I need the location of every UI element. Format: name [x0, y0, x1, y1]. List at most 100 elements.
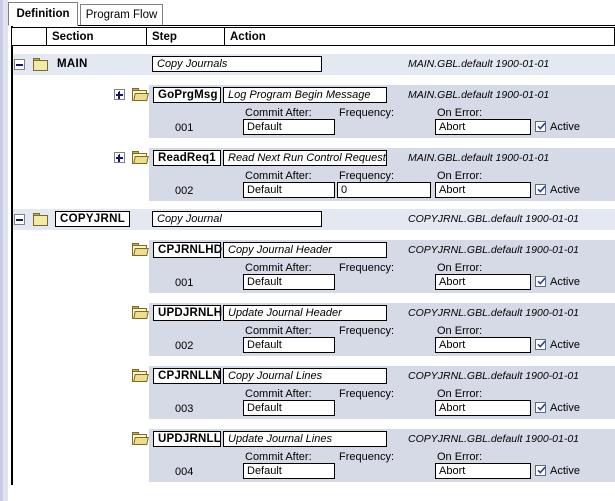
- active-checkbox[interactable]: [535, 402, 546, 413]
- active-checkbox[interactable]: [535, 339, 546, 350]
- step-description-field[interactable]: Log Program Begin Message: [223, 87, 387, 103]
- collapse-icon[interactable]: [14, 59, 25, 70]
- folder-open-icon: [132, 243, 149, 256]
- on-error-field[interactable]: Abort: [435, 400, 531, 416]
- step-row[interactable]: ReadReq1 Read Next Run Control Request MAI…: [149, 148, 615, 201]
- active-checkbox[interactable]: [535, 276, 546, 287]
- step-row[interactable]: CPJRNLLN Copy Journal Lines COPYJRNL.GBL.d…: [149, 366, 615, 419]
- commit-after-field[interactable]: Default: [243, 274, 335, 290]
- program-definition-window: Definition Program Flow Section Step Action…: [0, 0, 615, 501]
- column-header-action-column[interactable]: Action: [225, 27, 615, 46]
- step-row[interactable]: GoPrgMsg Log Program Begin Message MAIN.GB…: [149, 85, 615, 138]
- left-gutter: [0, 0, 8, 501]
- section-meta-label: MAIN.GBL.default 1900-01-01: [408, 58, 550, 70]
- step-description-field[interactable]: Update Journal Header: [223, 305, 387, 321]
- active-label: Active: [550, 276, 580, 288]
- tab-definition[interactable]: Definition: [8, 2, 78, 26]
- active-label: Active: [550, 339, 580, 351]
- left-gutter-edge: [0, 0, 3, 501]
- frequency-field[interactable]: 0: [337, 182, 431, 198]
- folder-open-icon: [132, 369, 149, 382]
- on-error-label: On Error:: [437, 262, 483, 274]
- folder-open-icon: [132, 432, 149, 445]
- column-header-step-column[interactable]: Step: [147, 27, 225, 46]
- folder-front: [133, 248, 149, 256]
- folder-open-icon: [132, 88, 149, 101]
- on-error-label: On Error:: [437, 107, 483, 119]
- tab-program-flow[interactable]: Program Flow: [80, 4, 163, 25]
- program-tree-rows: MAIN Copy Journals MAIN.GBL.default 1900-0…: [13, 46, 615, 484]
- frequency-label: Frequency:: [339, 170, 395, 182]
- step-description-field[interactable]: Update Journal Lines: [223, 431, 387, 447]
- frequency-field[interactable]: [337, 337, 431, 353]
- step-number-label: 002: [175, 340, 194, 352]
- step-meta-label: COPYJRNL.GBL.default 1900-01-01: [408, 307, 580, 319]
- step-number-label: 002: [175, 185, 194, 197]
- expand-icon[interactable]: [114, 152, 125, 163]
- section-meta-label: COPYJRNL.GBL.default 1900-01-01: [408, 213, 580, 225]
- frequency-field[interactable]: [337, 119, 431, 135]
- folder-closed-icon: [33, 213, 48, 226]
- step-row[interactable]: UPDJRNLL Update Journal Lines COPYJRNL.GBL…: [149, 429, 615, 482]
- expand-icon[interactable]: [114, 89, 125, 100]
- commit-after-field[interactable]: Default: [243, 400, 335, 416]
- section-name-label: MAIN: [57, 58, 88, 70]
- step-meta-label: COPYJRNL.GBL.default 1900-01-01: [408, 244, 580, 256]
- frequency-field[interactable]: [337, 463, 431, 479]
- folder-open-icon: [132, 306, 149, 319]
- active-checkbox[interactable]: [535, 121, 546, 132]
- active-label: Active: [550, 184, 580, 196]
- on-error-label: On Error:: [437, 170, 483, 182]
- expander-vertical-bar: [119, 91, 120, 98]
- section-description-field[interactable]: Copy Journals: [152, 56, 322, 72]
- commit-after-label: Commit After:: [245, 388, 312, 400]
- commit-after-field[interactable]: Default: [243, 337, 335, 353]
- section-row[interactable]: COPYJRNL Copy Journal COPYJRNL.GBL.default…: [13, 209, 615, 230]
- active-label: Active: [550, 402, 580, 414]
- step-meta-label: MAIN.GBL.default 1900-01-01: [408, 89, 550, 101]
- step-name-field[interactable]: GoPrgMsg: [153, 87, 221, 103]
- frequency-field[interactable]: [337, 400, 431, 416]
- on-error-field[interactable]: Abort: [435, 337, 531, 353]
- step-row[interactable]: UPDJRNLH Update Journal Header COPYJRNL.GB…: [149, 303, 615, 356]
- step-description-field[interactable]: Copy Journal Lines: [223, 368, 387, 384]
- step-meta-label: COPYJRNL.GBL.default 1900-01-01: [408, 370, 580, 382]
- step-name-field[interactable]: CPJRNLHD: [153, 242, 222, 258]
- step-description-field[interactable]: Read Next Run Control Request: [223, 150, 387, 166]
- section-row[interactable]: MAIN Copy Journals MAIN.GBL.default 1900-0…: [13, 54, 615, 75]
- on-error-field[interactable]: Abort: [435, 182, 531, 198]
- folder-body: [33, 60, 48, 71]
- frequency-label: Frequency:: [339, 325, 395, 337]
- step-name-field[interactable]: UPDJRNLL: [153, 431, 221, 447]
- column-header-tree-column[interactable]: [11, 27, 47, 46]
- folder-front: [133, 374, 149, 382]
- commit-after-label: Commit After:: [245, 325, 312, 337]
- active-label: Active: [550, 465, 580, 477]
- section-description-field[interactable]: Copy Journal: [152, 211, 322, 227]
- step-meta-label: COPYJRNL.GBL.default 1900-01-01: [408, 433, 580, 445]
- section-name-field[interactable]: COPYJRNL: [55, 211, 131, 227]
- commit-after-field[interactable]: Default: [243, 119, 335, 135]
- folder-front: [133, 311, 149, 319]
- column-header-section-column[interactable]: Section: [47, 27, 147, 46]
- on-error-label: On Error:: [437, 325, 483, 337]
- step-number-label: 001: [175, 122, 194, 134]
- grid-header: Section Step Action: [11, 27, 615, 46]
- step-name-field[interactable]: CPJRNLLN: [153, 368, 221, 384]
- expander-vertical-bar: [119, 154, 120, 161]
- on-error-label: On Error:: [437, 388, 483, 400]
- step-description-field[interactable]: Copy Journal Header: [223, 242, 387, 258]
- on-error-field[interactable]: Abort: [435, 463, 531, 479]
- step-name-field[interactable]: ReadReq1: [153, 150, 221, 166]
- on-error-field[interactable]: Abort: [435, 119, 531, 135]
- active-checkbox[interactable]: [535, 184, 546, 195]
- step-row[interactable]: CPJRNLHD Copy Journal Header COPYJRNL.GBL.…: [149, 240, 615, 293]
- commit-after-field[interactable]: Default: [243, 463, 335, 479]
- frequency-field[interactable]: [337, 274, 431, 290]
- on-error-field[interactable]: Abort: [435, 274, 531, 290]
- commit-after-label: Commit After:: [245, 170, 312, 182]
- active-checkbox[interactable]: [535, 465, 546, 476]
- collapse-icon[interactable]: [14, 214, 25, 225]
- step-name-field[interactable]: UPDJRNLH: [153, 305, 222, 321]
- commit-after-field[interactable]: Default: [243, 182, 335, 198]
